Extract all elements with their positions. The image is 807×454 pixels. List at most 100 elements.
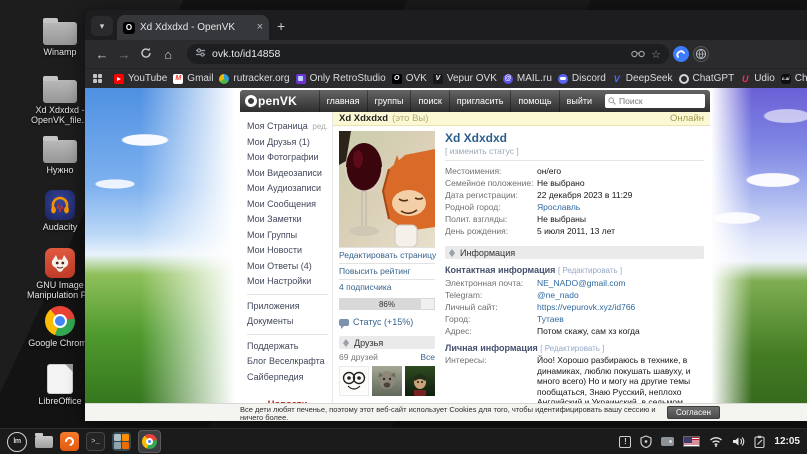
- contact-row: Электронная почта:NE_NADO@gmail.com: [445, 277, 704, 289]
- reload-button[interactable]: [137, 47, 155, 62]
- cookie-agree-button[interactable]: Согласен: [667, 406, 720, 419]
- active-tab[interactable]: O Xd Xdxdxd - OpenVK ×: [117, 15, 269, 40]
- gimp-icon: [45, 248, 75, 278]
- edit-contact-link[interactable]: [ Редактировать ]: [558, 266, 622, 275]
- nav-home[interactable]: главная: [319, 90, 367, 112]
- subscribers-link[interactable]: 4 подписчика: [339, 279, 435, 295]
- bookmark-youtube[interactable]: YouTube: [114, 73, 167, 84]
- bookmark-characterai[interactable]: c.aiCharacter.ai: [781, 73, 807, 84]
- friends-all-link[interactable]: Все: [420, 352, 435, 362]
- bookmark-deepseek[interactable]: VDeepSeek: [612, 73, 673, 84]
- website-link[interactable]: https://vepurovk.xyz/id766: [537, 301, 635, 313]
- sidebar-item-my-page[interactable]: Моя Страницаред.: [247, 119, 328, 135]
- sidebar-item-cyberpedia[interactable]: Сайберпедия: [247, 370, 328, 386]
- volume-icon[interactable]: [732, 436, 745, 447]
- clipboard-pencil-icon[interactable]: [754, 435, 765, 448]
- input-device-icon[interactable]: [661, 437, 674, 446]
- bookmark-star-icon[interactable]: ☆: [651, 48, 661, 61]
- change-status-link[interactable]: [ изменить статус ]: [445, 146, 704, 156]
- sidebar-item-photos[interactable]: Мои Фотографии: [247, 150, 328, 166]
- sidebar-item-answers[interactable]: Мои Ответы (4): [247, 259, 328, 275]
- detail-row: Полит. взгляды:Не выбраны: [445, 213, 704, 225]
- chevron-down-icon: ▾: [100, 21, 105, 32]
- extension-blue-icon[interactable]: [673, 46, 689, 62]
- bookmark-chatgpt[interactable]: ChatGPT: [679, 73, 735, 84]
- sidebar-item-settings[interactable]: Мои Настройки: [247, 274, 328, 290]
- bookmark-mailru[interactable]: @MAIL.ru: [503, 73, 552, 84]
- email-link[interactable]: NE_NADO@gmail.com: [537, 277, 625, 289]
- folder-icon: [43, 22, 77, 45]
- bookmark-label: MAIL.ru: [517, 73, 552, 84]
- openvk-search-box[interactable]: [605, 94, 705, 108]
- telegram-link[interactable]: @ne_nado: [537, 289, 579, 301]
- sidebar-item-audios[interactable]: Мои Аудиозаписи: [247, 181, 328, 197]
- openvk-favicon: O: [123, 22, 135, 34]
- taskbar-chrome-active[interactable]: [138, 430, 161, 453]
- bookmark-vepur-ovk[interactable]: VVepur OVK: [433, 73, 497, 84]
- new-tab-button[interactable]: +: [277, 18, 285, 34]
- address-bar[interactable]: ovk.to/id14858 ☆: [187, 44, 669, 64]
- status-link[interactable]: Статус (+15%): [339, 317, 435, 327]
- folder-icon: [43, 80, 77, 103]
- tab-close-icon[interactable]: ×: [257, 22, 263, 33]
- taskbar-clock[interactable]: 12:05: [774, 436, 800, 447]
- sidebar-item-notes[interactable]: Мои Заметки: [247, 212, 328, 228]
- friends-section-header[interactable]: Друзья: [339, 336, 435, 349]
- sidebar-item-videos[interactable]: Мои Видеозаписи: [247, 166, 328, 182]
- site-settings-icon[interactable]: [195, 45, 206, 63]
- tab-search-button[interactable]: ▾: [91, 16, 113, 36]
- sidebar-item-messages[interactable]: Мои Сообщения: [247, 197, 328, 213]
- apps-grid-icon[interactable]: [93, 74, 102, 83]
- edit-page-link[interactable]: Редактировать страницу: [339, 247, 435, 263]
- sidebar-item-apps[interactable]: Приложения: [247, 299, 328, 315]
- nav-invite[interactable]: пригласить: [449, 90, 511, 112]
- sidebar-item-news[interactable]: Мои Новости: [247, 243, 328, 259]
- start-menu-button[interactable]: lm: [7, 432, 27, 452]
- bookmark-rutracker[interactable]: rutracker.org: [219, 73, 289, 84]
- firewall-shield-icon[interactable]: [640, 435, 652, 448]
- detail-row: Семейное положение:Не выбрано: [445, 177, 704, 189]
- contact-row: Город:Тутаев: [445, 313, 704, 325]
- raise-rating-link[interactable]: Повысить рейтинг: [339, 263, 435, 279]
- sidebar-item-support[interactable]: Поддержать: [247, 339, 328, 355]
- divider: [445, 160, 704, 161]
- sidebar-item-groups[interactable]: Мои Группы: [247, 228, 328, 244]
- profile-avatar[interactable]: [339, 131, 435, 247]
- keyboard-layout-us-flag[interactable]: [683, 436, 700, 447]
- edit-personal-link[interactable]: [ Редактировать ]: [540, 344, 604, 353]
- bookmark-label: DeepSeek: [626, 73, 673, 84]
- city-link[interactable]: Тутаев: [537, 313, 564, 325]
- sidebar-item-friends[interactable]: Мои Друзья (1): [247, 135, 328, 151]
- bookmark-retrostudio[interactable]: Only RetroStudio: [296, 73, 386, 84]
- home-button[interactable]: ⌂: [159, 47, 177, 62]
- sidebar-item-documents[interactable]: Документы: [247, 314, 328, 330]
- bookmark-discord[interactable]: Discord: [558, 73, 606, 84]
- taskbar-orange-app[interactable]: [60, 432, 79, 451]
- search-input[interactable]: [619, 96, 699, 106]
- nav-help[interactable]: помощь: [510, 90, 558, 112]
- hometown-link[interactable]: Ярославль: [537, 201, 580, 213]
- information-section-header[interactable]: Информация: [445, 246, 704, 259]
- extension-globe-icon[interactable]: [693, 46, 709, 62]
- forward-button[interactable]: →: [115, 47, 133, 62]
- privacy-policy-link[interactable]: политикой конфиденциальности: [321, 421, 434, 422]
- reading-mode-glasses-icon[interactable]: [631, 45, 645, 63]
- bookmark-ovk[interactable]: OOVK: [392, 73, 427, 84]
- edit-hint[interactable]: ред.: [312, 119, 328, 135]
- bookmark-label: Gmail: [187, 73, 213, 84]
- nav-logout[interactable]: выйти: [559, 90, 599, 112]
- update-manager-icon[interactable]: !: [619, 436, 631, 448]
- taskbar-terminal[interactable]: >_: [86, 432, 105, 451]
- nav-groups[interactable]: группы: [367, 90, 411, 112]
- taskbar-file-manager[interactable]: [34, 432, 53, 451]
- taskbar-calculator[interactable]: [112, 432, 131, 451]
- profile-name[interactable]: Xd Xdxdxd: [445, 131, 704, 145]
- openvk-logo[interactable]: penVK: [245, 94, 297, 108]
- bookmark-gmail[interactable]: MGmail: [173, 73, 213, 84]
- back-button[interactable]: ←: [93, 47, 111, 62]
- sidebar-item-blog[interactable]: Блог Веселкрафта: [247, 354, 328, 370]
- wifi-icon[interactable]: [709, 436, 723, 447]
- bookmark-udio[interactable]: UUdio: [740, 73, 775, 84]
- url-text[interactable]: ovk.to/id14858: [212, 48, 625, 60]
- nav-search[interactable]: поиск: [410, 90, 448, 112]
